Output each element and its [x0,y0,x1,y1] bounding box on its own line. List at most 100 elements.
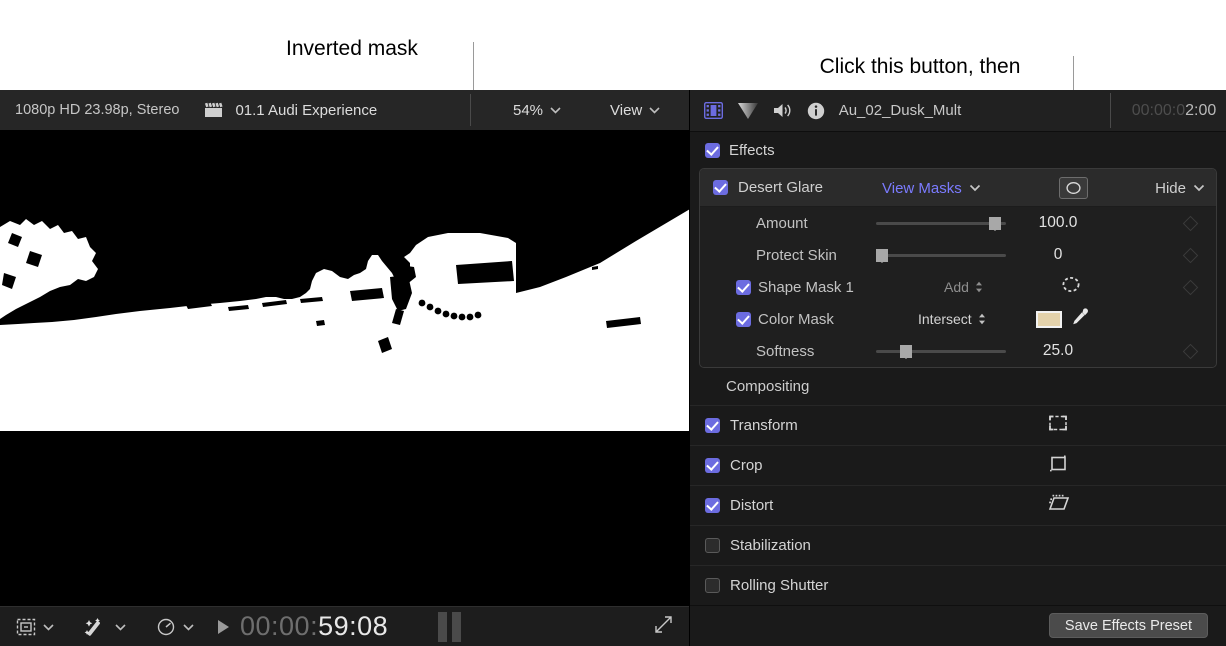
amount-label: Amount [756,215,808,232]
inspector-timecode: 00:00:02:00 [1122,102,1226,120]
color-mask-mode-menu[interactable]: Intersect [918,311,986,327]
timecode-lit: 59:08 [318,611,388,641]
desert-glare-checkbox[interactable] [713,180,728,195]
inspector-title-divider [1110,93,1111,128]
inspector-clip-title: Au_02_Dusk_Mult [690,102,1110,119]
view-menu-button[interactable]: View [610,101,660,119]
param-row-protect-skin: Protect Skin 0 [700,239,1216,271]
clip-name: 01.1 Audi Experience [235,102,377,119]
view-menu-label: View [610,102,642,119]
expand-arrows-icon[interactable] [654,615,673,639]
amount-slider-knob[interactable] [989,217,1001,230]
amount-slider[interactable] [876,222,1006,225]
viewer-toolbar-divider [470,94,471,126]
inspector-body: Effects Desert Glare View Masks Hide [690,132,1226,605]
save-effects-preset-button[interactable]: Save Effects Preset [1049,613,1208,638]
transform-icon[interactable] [1047,413,1069,438]
chevron-down-icon [183,618,194,636]
protect-skin-slider[interactable] [876,254,1006,257]
effects-menu-button[interactable] [84,617,126,637]
param-row-shape-mask: Shape Mask 1 Add [700,271,1216,303]
color-mask-label: Color Mask [758,311,834,328]
inspector-footer: Save Effects Preset [690,605,1226,646]
effects-section-row: Effects [690,132,1226,168]
module-row-crop: Crop [690,446,1226,486]
softness-keyframe-button[interactable] [1183,343,1199,359]
crop-label: Crop [730,457,763,474]
param-row-amount: Amount 100.0 [700,207,1216,239]
effects-checkbox[interactable] [705,143,720,158]
annotation-line-1: Click this button, then [772,54,1068,80]
shape-mask-checkbox[interactable] [736,280,751,295]
softness-slider-knob[interactable] [900,345,912,358]
module-row-rolling-shutter: Rolling Shutter [690,566,1226,605]
crop-transform-icon [16,618,36,636]
shape-mask-label: Shape Mask 1 [758,279,854,296]
protect-skin-slider-knob[interactable] [876,249,888,262]
application-window: 1080p HD 23.98p, Stereo 01.1 Audi Experi… [0,90,1226,646]
param-row-softness: Softness 25.0 [700,335,1216,367]
transport-timecode[interactable]: 00:00:59:08 [218,611,388,642]
annotation-inverted-mask: Inverted mask [286,36,418,62]
module-row-transform: Transform [690,406,1226,446]
transform-checkbox[interactable] [705,418,720,433]
protect-skin-value[interactable]: 0 [1016,246,1100,264]
module-row-stabilization: Stabilization [690,526,1226,566]
color-mask-mode-label: Intersect [918,311,972,327]
amount-value[interactable]: 100.0 [1016,214,1100,232]
effect-name-label: Desert Glare [738,179,823,196]
shape-mask-keyframe-button[interactable] [1183,279,1199,295]
compositing-section-header: Compositing [690,368,1226,406]
viewer-top-bar: 1080p HD 23.98p, Stereo 01.1 Audi Experi… [0,90,689,130]
viewer-canvas[interactable] [0,130,689,606]
chevron-down-icon [43,618,54,636]
shape-mask-mode-menu[interactable]: Add [944,279,983,295]
mask-ellipse-icon[interactable] [1059,177,1088,199]
eyedropper-icon[interactable] [1070,307,1090,332]
clapperboard-icon [204,102,223,118]
crop-transform-menu-button[interactable] [16,618,54,636]
inspector-pane: Au_02_Dusk_Mult 00:00:02:00 Effects Dese… [690,90,1226,646]
softness-slider[interactable] [876,350,1006,353]
chevron-down-icon [969,179,981,196]
transform-label: Transform [730,417,798,434]
param-row-color-mask: Color Mask Intersect [700,303,1216,335]
protect-skin-keyframe-button[interactable] [1183,247,1199,263]
view-masks-menu[interactable]: View Masks [882,179,981,197]
softness-label: Softness [756,343,814,360]
distort-label: Distort [730,497,773,514]
inspector-timecode-lit: 2:00 [1185,102,1216,119]
up-down-arrows-icon [978,312,986,328]
effect-header-row: Desert Glare View Masks Hide [700,169,1216,207]
stabilization-checkbox[interactable] [705,538,720,553]
color-mask-checkbox[interactable] [736,312,751,327]
distort-icon[interactable] [1047,493,1071,518]
effect-group-desert-glare: Desert Glare View Masks Hide Amount 100.… [699,168,1217,368]
inspector-timecode-dim: 00:00:0 [1132,102,1185,119]
audio-meter [438,612,461,642]
inspector-top-bar: Au_02_Dusk_Mult 00:00:02:00 [690,90,1226,132]
view-masks-label: View Masks [882,180,962,197]
color-swatch[interactable] [1036,311,1062,328]
hide-menu-button[interactable]: Hide [1155,179,1205,197]
viewer-timecode: 00:00:59:08 [240,611,388,642]
up-down-arrows-icon [975,280,983,296]
retime-menu-button[interactable] [156,618,194,636]
viewer-pane: 1080p HD 23.98p, Stereo 01.1 Audi Experi… [0,90,690,646]
amount-keyframe-button[interactable] [1183,215,1199,231]
timecode-dim: 00:00: [240,611,318,641]
crop-icon[interactable] [1047,453,1069,478]
zoom-level-menu[interactable]: 54% [513,101,561,119]
magic-wand-icon [84,617,108,637]
screenshot-root: Inverted mask Click this button, then ch… [0,0,1226,646]
protect-skin-label: Protect Skin [756,247,837,264]
distort-checkbox[interactable] [705,498,720,513]
dashed-circle-icon[interactable] [1060,275,1082,299]
rolling-shutter-checkbox[interactable] [705,578,720,593]
play-triangle-icon [218,620,229,634]
module-row-distort: Distort [690,486,1226,526]
softness-value[interactable]: 25.0 [1016,342,1100,360]
speed-gauge-icon [156,618,176,636]
viewer-bottom-toolbar: 00:00:59:08 [0,606,689,646]
crop-checkbox[interactable] [705,458,720,473]
